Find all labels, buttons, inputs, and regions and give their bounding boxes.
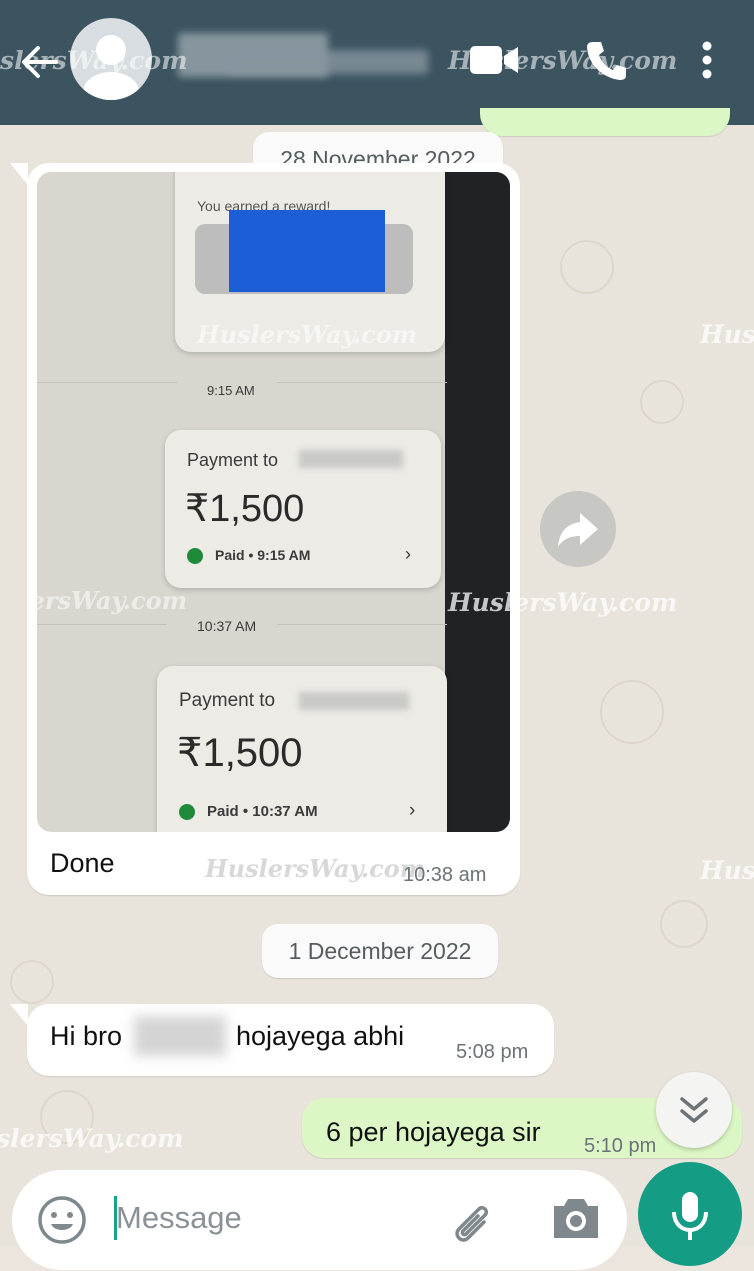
watermark: HuslersWay.com [197, 320, 418, 349]
watermark: HuslersWay.com [448, 588, 678, 617]
message-time: 5:10 pm [584, 1135, 657, 1157]
chevron-right-icon: › [405, 544, 411, 564]
forward-icon [558, 513, 598, 547]
divider [37, 624, 167, 625]
payment-label: Payment to [187, 450, 279, 470]
double-chevron-down-icon [680, 1097, 708, 1123]
message-composer [12, 1170, 627, 1270]
chevron-right-icon: › [409, 800, 416, 821]
divider [277, 624, 447, 625]
divider [277, 382, 447, 383]
watermark: slersWay.com [0, 1124, 184, 1153]
timestamp-label: 9:15 AM [207, 383, 255, 398]
payment-label: Payment to [179, 690, 276, 711]
payment-amount: ₹1,500 [177, 731, 303, 775]
payment-screenshot-image[interactable]: You earned a reward! HuslersWay.com 9:15… [37, 172, 510, 832]
payment-status: Paid • 9:15 AM [215, 547, 311, 563]
redacted-text [134, 1016, 226, 1056]
scroll-down-button[interactable] [656, 1072, 732, 1148]
previous-message-bubble[interactable] [480, 108, 730, 136]
watermark: slersWay.com [37, 586, 188, 615]
contact-name-redacted-2 [228, 50, 428, 74]
timestamp-label: 10:37 AM [197, 618, 257, 634]
bubble-tail [10, 163, 28, 185]
message-input[interactable]: Message [116, 1200, 242, 1236]
phone-edge [445, 172, 510, 832]
emoji-icon[interactable] [36, 1194, 88, 1246]
bubble-tail [10, 1004, 28, 1026]
paperclip-icon[interactable] [444, 1192, 500, 1248]
payment-card: Payment to ₹1,500 Paid • 10:37 AM › [157, 666, 447, 832]
message-text: 6 per hojayega sir [326, 1117, 541, 1147]
message-time: 10:38 am [403, 864, 487, 886]
check-icon [179, 804, 195, 820]
watermark: HuslersWay.com [205, 854, 426, 883]
redacted-name [299, 450, 403, 468]
reward-blue-card [229, 210, 385, 292]
message-text: hojayega abhi [236, 1021, 405, 1051]
watermark: Husl [700, 320, 754, 349]
payment-status: Paid • 10:37 AM [207, 803, 318, 820]
message-time: 5:08 pm [456, 1041, 529, 1063]
message-text: Hi bro [50, 1021, 123, 1051]
message-text: Done [50, 848, 115, 878]
watermark: slersWay.com [0, 46, 188, 75]
divider [37, 382, 177, 383]
payment-amount: ₹1,500 [185, 488, 305, 530]
forward-button[interactable] [540, 491, 616, 567]
microphone-icon [672, 1192, 708, 1240]
payment-card: Payment to ₹1,500 Paid • 9:15 AM › [165, 430, 441, 588]
camera-icon[interactable] [550, 1194, 602, 1242]
chat-header: slersWay.com HuslersWay.com [0, 0, 754, 125]
watermark: Husl [700, 856, 754, 885]
microphone-button[interactable] [638, 1162, 742, 1266]
redacted-name [299, 692, 409, 710]
phone-icon[interactable] [584, 38, 628, 82]
video-call-icon[interactable] [470, 42, 520, 78]
date-chip: 1 December 2022 [262, 924, 498, 978]
check-icon [187, 548, 203, 564]
more-vert-icon[interactable] [700, 40, 714, 80]
